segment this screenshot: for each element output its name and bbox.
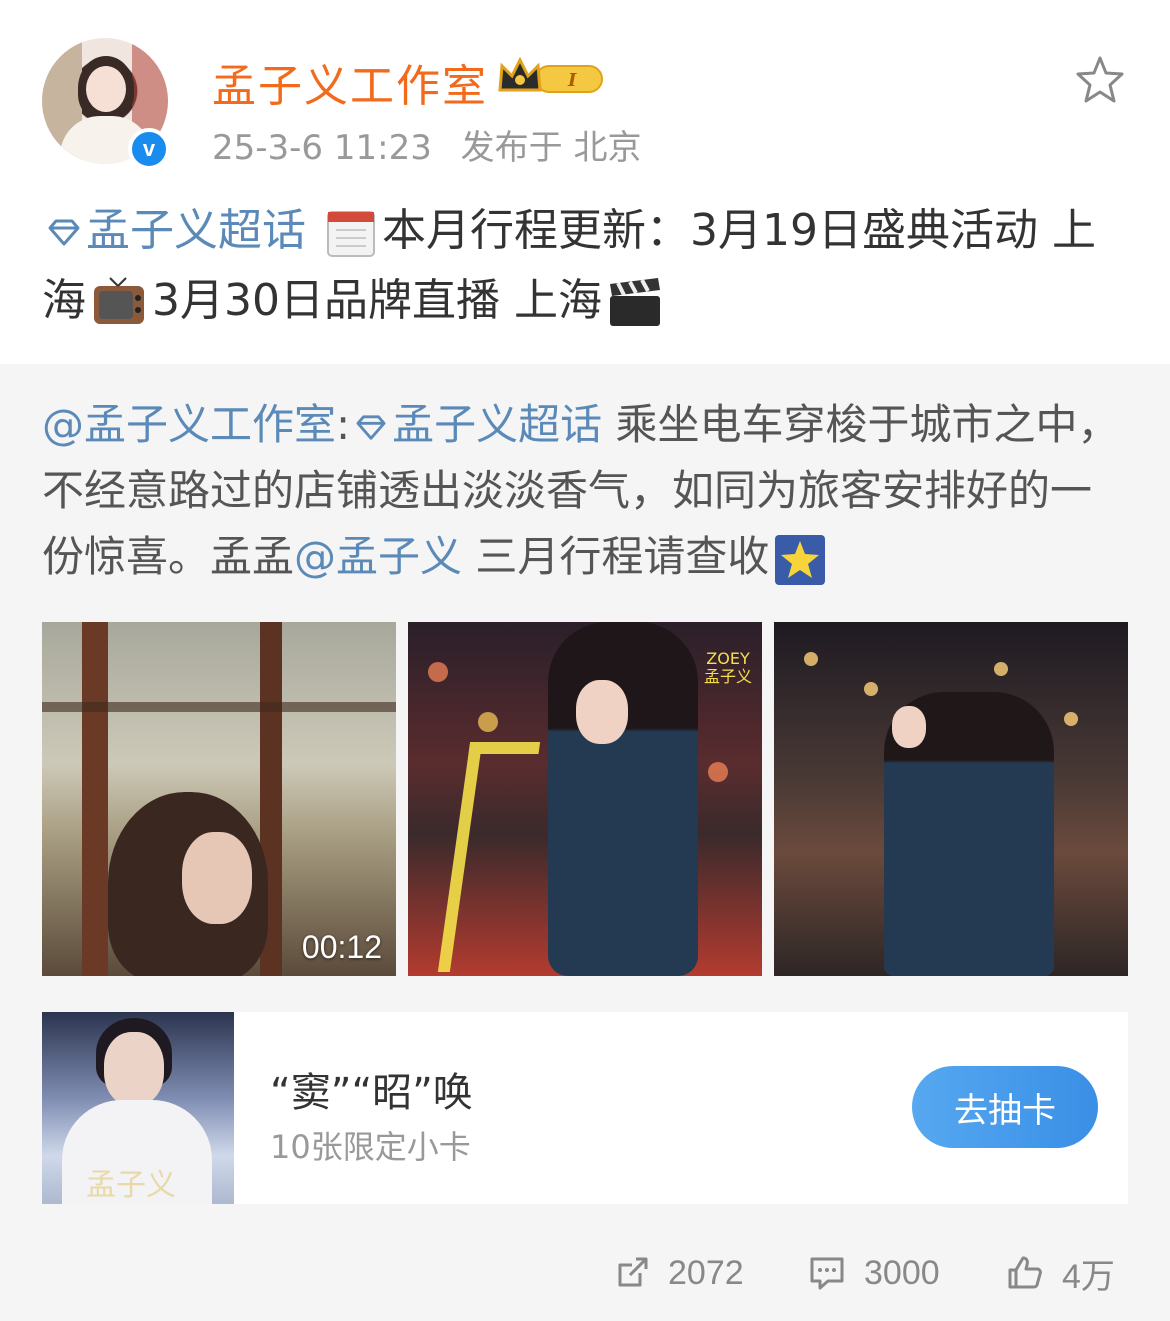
clapper-emoji [609, 278, 660, 326]
post-header: v 孟子义工作室 I 25-3-6 11:23 发布于 北京 [0, 0, 1170, 190]
card-subtitle: 10张限定小卡 [270, 1128, 471, 1166]
comment-icon [810, 1257, 844, 1290]
repost-text-2: 三月行程请查收 [475, 532, 770, 581]
supertopic-link-repost[interactable]: 孟子义超话 [350, 400, 602, 449]
calendar-emoji [327, 211, 375, 257]
mention-author[interactable]: @孟子义工作室 [42, 400, 336, 449]
mention-user[interactable]: @孟子义 [294, 532, 462, 581]
badge-level: I [567, 70, 577, 91]
comment-count: 3000 [864, 1253, 940, 1292]
image-caption-cn: 孟子义 [704, 667, 753, 686]
star-emoji [775, 534, 826, 585]
video-thumbnail[interactable]: 00:12 [42, 622, 396, 976]
supertopic-link[interactable]: 孟子义超话 [42, 205, 306, 256]
post-body: 孟子义超话 本月行程更新：3月19日盛典活动 上海 3月30日品牌直播 上海 [42, 196, 1128, 336]
video-duration: 00:12 [301, 929, 382, 965]
verified-icon: v [128, 128, 170, 170]
post-meta: 25-3-6 11:23 发布于 北京 [212, 120, 641, 169]
repost-icon [618, 1257, 648, 1287]
supertopic-diamond-icon [356, 414, 386, 440]
post-text-2: 3月30日品牌直播 上海 [152, 275, 602, 326]
card-title: “窦”“昭”唤 [270, 1070, 473, 1116]
username[interactable]: 孟子义工作室 [212, 50, 488, 114]
post-location: 发布于 北京 [460, 128, 642, 168]
like-action[interactable]: 4万 [1006, 1248, 1115, 1298]
draw-card-button[interactable]: 去抽卡 [912, 1066, 1098, 1148]
like-count: 4万 [1062, 1257, 1115, 1296]
like-icon [1008, 1256, 1042, 1289]
comment-action[interactable]: 3000 [808, 1248, 940, 1298]
card-image-signature: 孟子义 [86, 1168, 176, 1203]
repost-panel[interactable]: @孟子义工作室: 孟子义超话 乘坐电车穿梭于城市之中，不经意路过的店铺透出淡淡香气… [0, 364, 1170, 1321]
image-caption: ZOEY 孟子义 [704, 650, 752, 686]
star-icon[interactable] [1074, 54, 1126, 106]
repost-action[interactable]: 2072 [614, 1248, 744, 1298]
card-image[interactable]: 孟子义 [42, 1012, 234, 1204]
image-thumbnail-3[interactable] [774, 622, 1128, 976]
colon: : [336, 400, 351, 449]
repost-body: @孟子义工作室: 孟子义超话 乘坐电车穿梭于城市之中，不经意路过的店铺透出淡淡香气… [42, 392, 1132, 590]
image-thumbnail-2[interactable]: ZOEY 孟子义 [408, 622, 762, 976]
supertopic-diamond-icon [48, 219, 80, 246]
repost-count: 2072 [668, 1253, 744, 1292]
card-draw-banner[interactable]: 孟子义 “窦”“昭”唤 10张限定小卡 去抽卡 [42, 1012, 1128, 1204]
post-time: 25-3-6 11:23 [212, 128, 432, 168]
tv-emoji [94, 277, 144, 324]
crown-badge-icon[interactable]: I [496, 56, 608, 100]
image-caption-en: ZOEY [706, 649, 750, 668]
